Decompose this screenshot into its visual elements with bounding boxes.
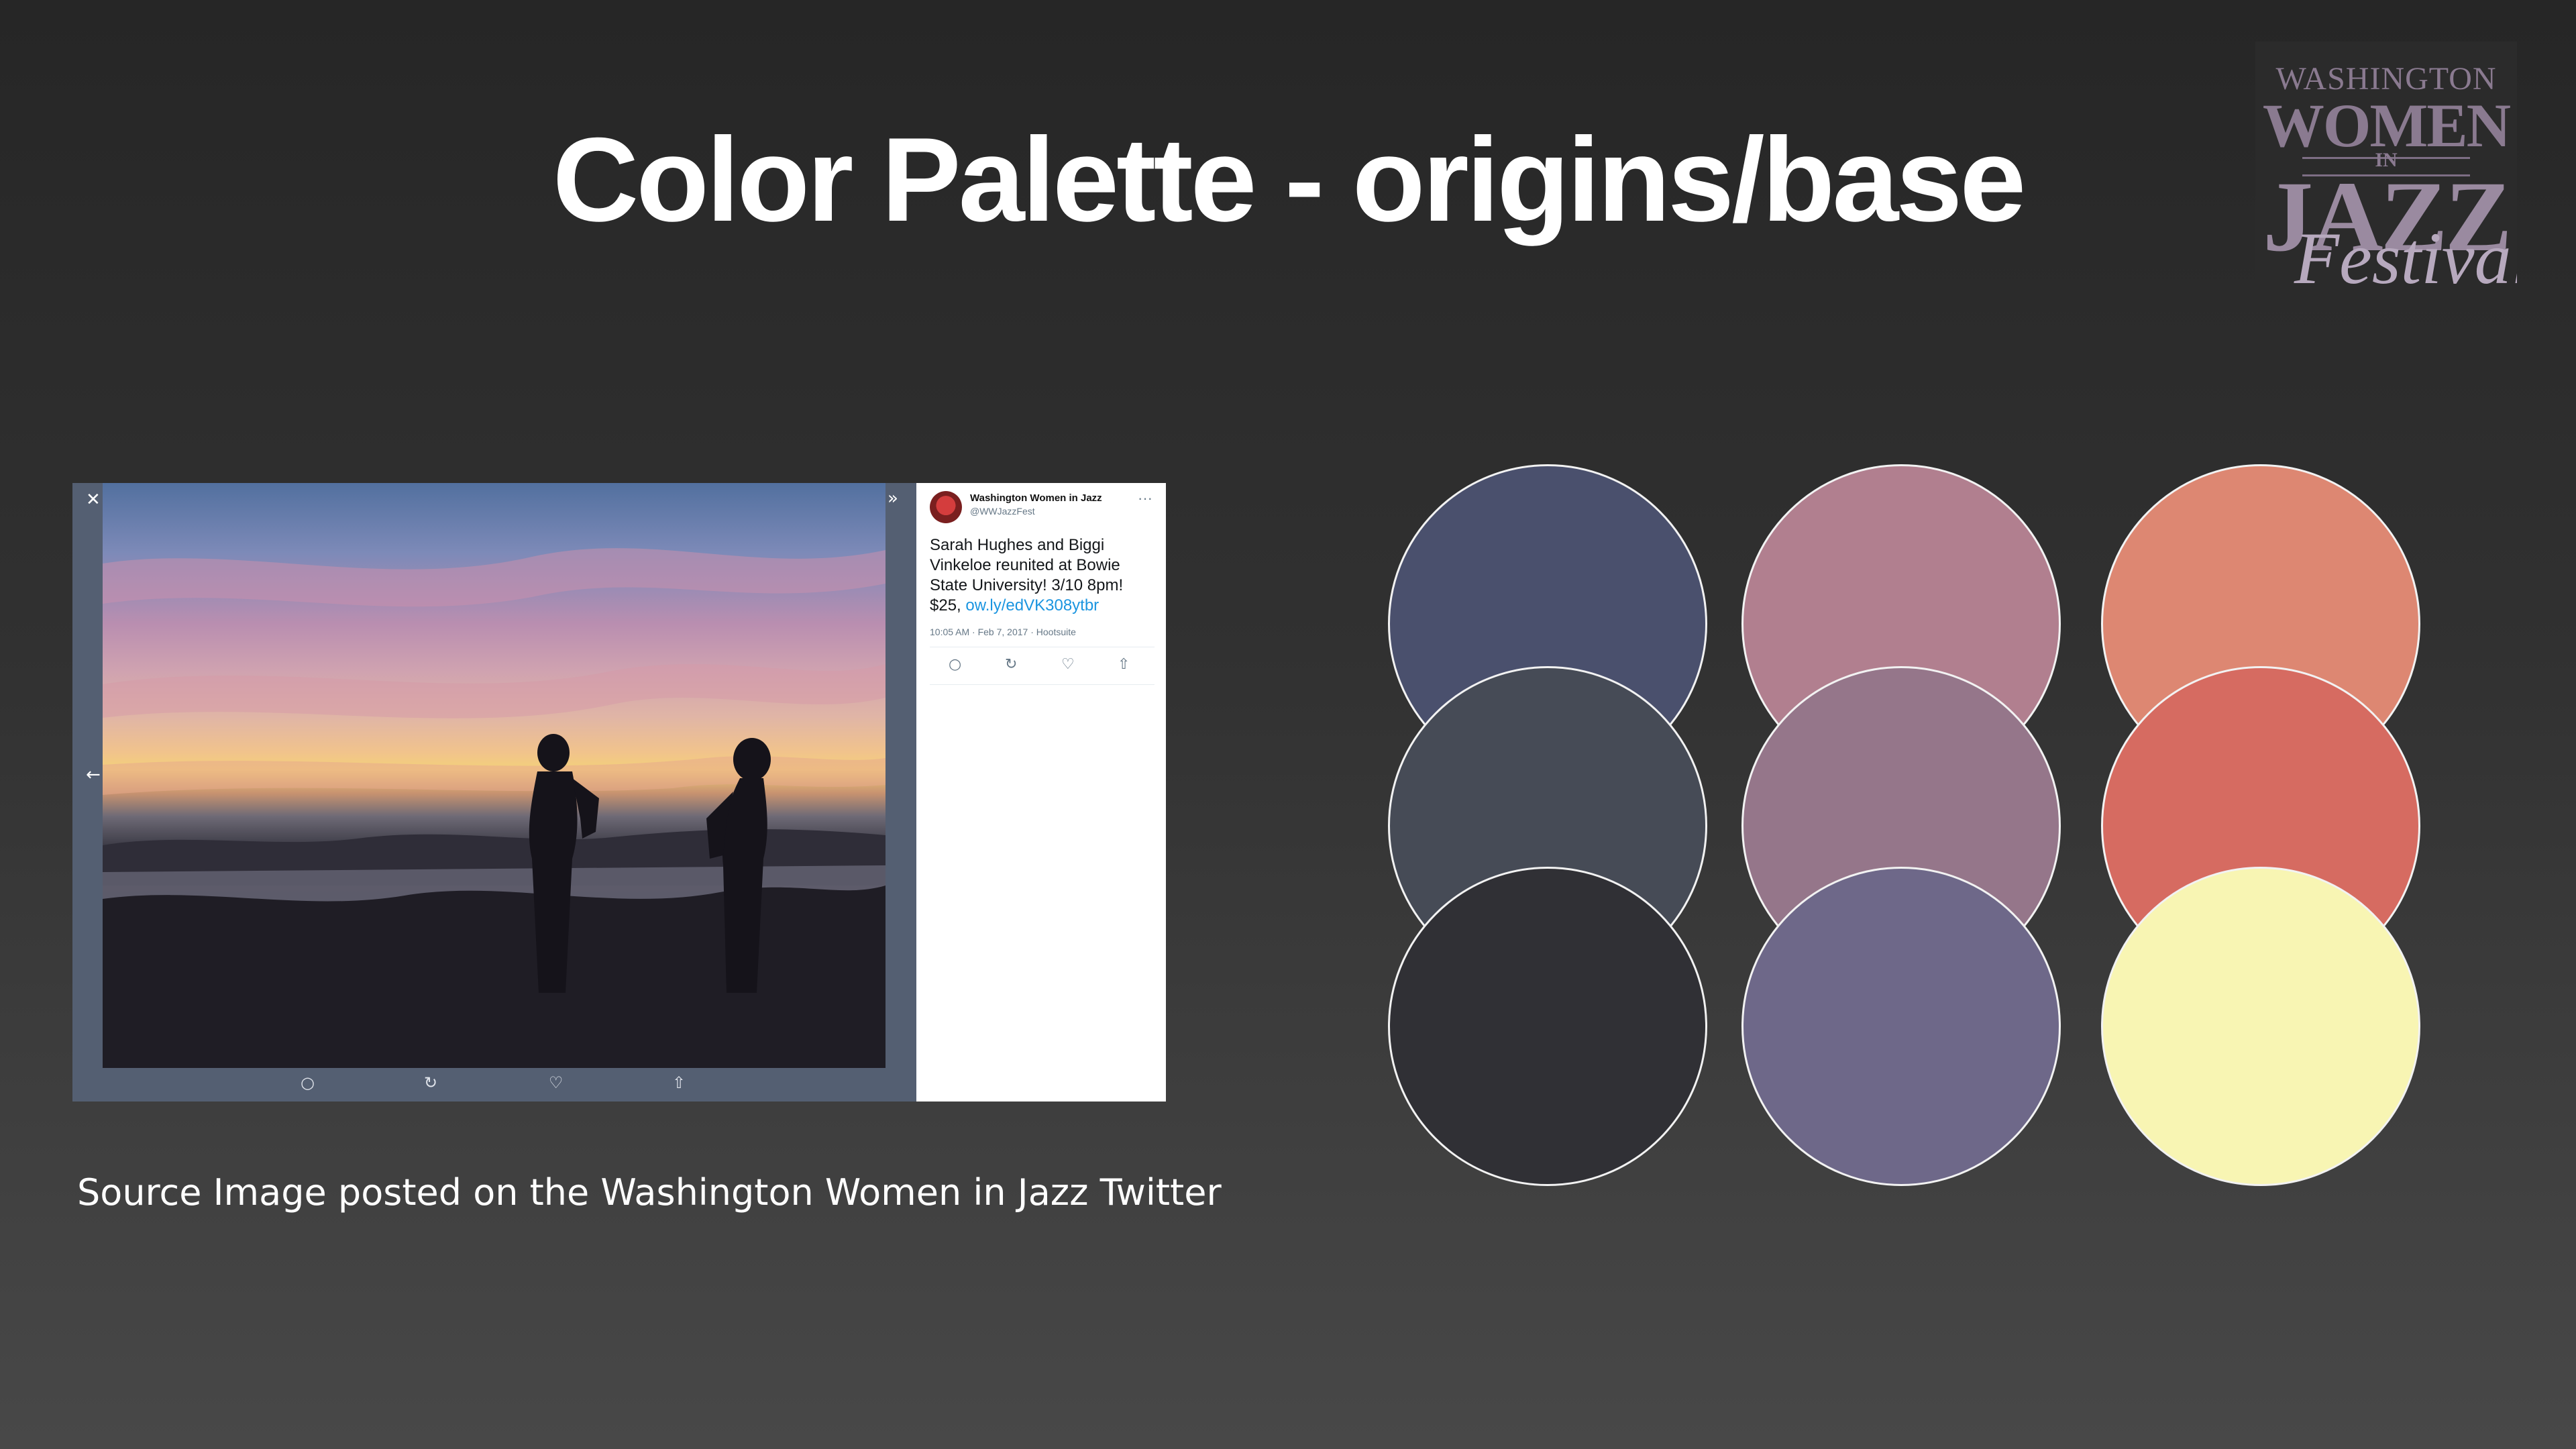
share-icon[interactable]: ⇧ bbox=[672, 1073, 686, 1092]
twitter-screenshot: ✕ » ← ○ ↻ ♡ ⇧ Washington Women in Jazz @… bbox=[72, 483, 1166, 1102]
color-swatch-r3c1 bbox=[1388, 867, 1707, 1186]
photo-action-bar: ○ ↻ ♡ ⇧ bbox=[72, 1073, 916, 1100]
previous-arrow-icon[interactable]: ← bbox=[86, 765, 101, 785]
expand-icon[interactable]: » bbox=[888, 488, 898, 508]
tweet-link[interactable]: ow.ly/edVK308ytbr bbox=[965, 596, 1099, 614]
divider bbox=[930, 684, 1155, 685]
sunset-photo bbox=[103, 483, 885, 1068]
reply-icon[interactable]: ○ bbox=[949, 656, 961, 673]
tweet-author-name[interactable]: Washington Women in Jazz bbox=[970, 492, 1102, 504]
tweet-action-bar: ○ ↻ ♡ ⇧ bbox=[930, 656, 1155, 676]
washington-women-in-jazz-logo: WASHINGTON WOMEN IN JAZZ Festival bbox=[2255, 42, 2517, 307]
retweet-icon[interactable]: ↻ bbox=[1005, 656, 1017, 673]
like-icon[interactable]: ♡ bbox=[549, 1073, 564, 1092]
more-options-icon[interactable]: ··· bbox=[1138, 490, 1152, 507]
avatar[interactable] bbox=[930, 491, 962, 523]
tweet-panel: Washington Women in Jazz @WWJazzFest ···… bbox=[916, 483, 1166, 1102]
retweet-icon[interactable]: ↻ bbox=[424, 1073, 437, 1092]
silhouette-scene bbox=[103, 548, 885, 1068]
reply-icon[interactable]: ○ bbox=[301, 1073, 315, 1092]
tweet-author-handle[interactable]: @WWJazzFest bbox=[970, 506, 1035, 517]
logo-line-festival: Festival bbox=[2294, 217, 2517, 299]
like-icon[interactable]: ♡ bbox=[1061, 656, 1075, 673]
tweet-text: Sarah Hughes and Biggi Vinkeloe reunited… bbox=[930, 535, 1155, 616]
tweet-timestamp[interactable]: 10:05 AM · Feb 7, 2017 · Hootsuite bbox=[930, 627, 1076, 637]
source-caption: Source Image posted on the Washington Wo… bbox=[77, 1171, 1222, 1214]
color-swatch-r3c2 bbox=[1741, 867, 2061, 1186]
slide-title: Color Palette - origins/base bbox=[552, 113, 2027, 246]
share-icon[interactable]: ⇧ bbox=[1118, 656, 1130, 673]
color-swatch-r3c3 bbox=[2101, 867, 2420, 1186]
photo-viewer: ✕ » ← ○ ↻ ♡ ⇧ bbox=[72, 483, 916, 1102]
close-icon[interactable]: ✕ bbox=[86, 490, 101, 510]
